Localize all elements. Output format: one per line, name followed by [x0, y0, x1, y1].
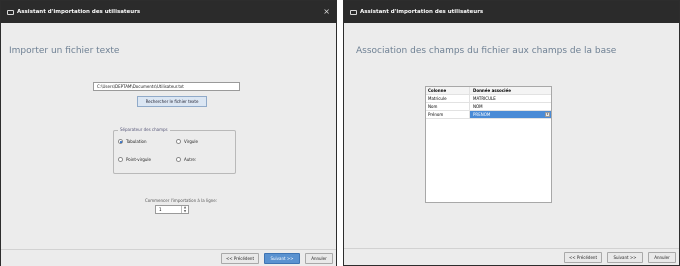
radio-unselected-icon [118, 157, 123, 162]
right-footer: << Précédent Suivant >> Annuler [344, 248, 679, 265]
column-header: Donnée associée [473, 88, 511, 93]
app-window-icon [350, 9, 357, 15]
data-select-dropdown[interactable]: PRENOM ▾ [470, 111, 551, 118]
cancel-button[interactable]: Annuler [305, 253, 333, 264]
radio-label: Tabulation [126, 139, 147, 144]
app-window-icon [7, 9, 14, 15]
table-row[interactable]: Prénom PRENOM ▾ [426, 111, 551, 119]
table-cell: Matricule [426, 95, 470, 102]
radio-label: Autre: [184, 157, 197, 162]
separator-group [113, 130, 236, 174]
dropdown-value: PRENOM [473, 112, 491, 117]
start-line-label: Commencer l'importation à la ligne: [145, 198, 218, 203]
window-title: Assistant d'importation des utilisateurs [17, 9, 141, 15]
table-header-row: Colonne Donnée associée [426, 87, 551, 95]
chevron-down-icon[interactable]: ▾ [545, 112, 550, 117]
table-row[interactable]: Nom NOM [426, 103, 551, 111]
table-cell: Nom [426, 103, 470, 110]
radio-unselected-icon [176, 139, 181, 144]
radio-selected-icon [118, 139, 123, 144]
radio-label: Point-virgule [126, 157, 151, 162]
start-line-value: 1 [159, 207, 162, 212]
table-cell[interactable]: NOM [470, 103, 551, 110]
title-bar: Assistant d'importation des utilisateurs… [1, 1, 336, 23]
left-footer: << Précédent Suivant >> Annuler [1, 249, 336, 266]
page-title: Association des champs du fichier aux ch… [356, 46, 617, 56]
window-title: Assistant d'importation des utilisateurs [360, 9, 484, 15]
radio-unselected-icon [176, 157, 181, 162]
next-button[interactable]: Suivant >> [607, 252, 643, 263]
radio-point-virgule[interactable]: Point-virgule [118, 157, 151, 162]
radio-autre[interactable]: Autre: [176, 157, 196, 162]
separator-group-label: Séparateur des champs [118, 127, 170, 132]
table-row[interactable]: Matricule MATRICULE [426, 95, 551, 103]
next-button[interactable]: Suivant >> [264, 253, 300, 264]
page-title: Importer un fichier texte [9, 46, 120, 56]
start-line-spinner[interactable]: 1 ▲ ▼ [155, 205, 189, 214]
radio-tabulation[interactable]: Tabulation [118, 139, 147, 144]
table-cell[interactable]: MATRICULE [470, 95, 551, 102]
file-path-input[interactable]: C:\Users\DEPTAM\Documents\Utilisateur.tx… [93, 82, 240, 91]
previous-button[interactable]: << Précédent [564, 252, 602, 263]
table-cell: Prénom [426, 111, 470, 118]
radio-virgule[interactable]: Virgule [176, 139, 198, 144]
cancel-button[interactable]: Annuler [648, 252, 676, 263]
radio-label: Virgule [184, 139, 198, 144]
close-icon[interactable]: × [323, 7, 330, 16]
column-header: Colonne [426, 87, 470, 94]
browse-file-button[interactable]: Rechercher le fichier texte [137, 96, 207, 107]
spinner-arrows-icon[interactable]: ▲ ▼ [181, 205, 188, 213]
title-bar: Assistant d'importation des utilisateurs [344, 1, 679, 23]
previous-button[interactable]: << Précédent [221, 253, 259, 264]
